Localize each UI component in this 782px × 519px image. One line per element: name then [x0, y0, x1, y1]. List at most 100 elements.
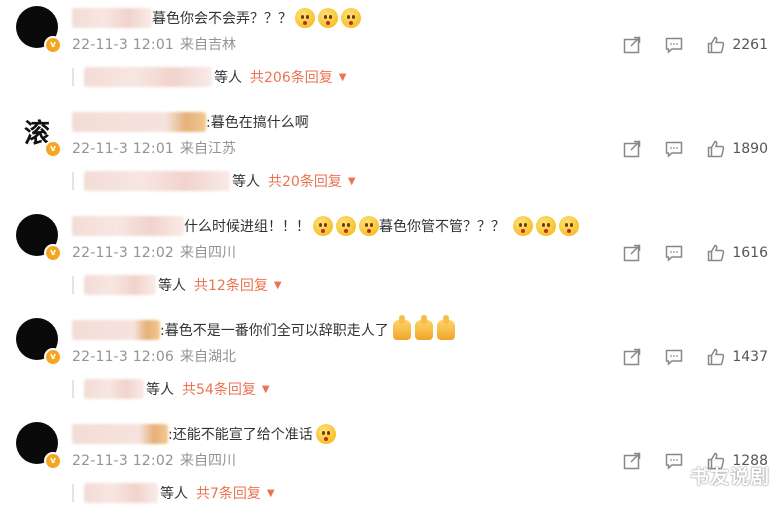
- share-icon[interactable]: [622, 243, 642, 263]
- comment-meta: 22-11-3 12:02 来自四川: [72, 242, 236, 262]
- thumbs-up-icon[interactable]: [706, 35, 726, 55]
- comment-icon[interactable]: [664, 139, 684, 159]
- comment-actions: 1437: [600, 346, 768, 368]
- reply-divider: [72, 68, 74, 86]
- blurred-username[interactable]: [84, 171, 230, 191]
- blurred-username[interactable]: [84, 275, 156, 295]
- comment-date: 22-11-3 12:02: [72, 245, 175, 261]
- blurred-username[interactable]: [72, 8, 152, 28]
- comment-icon[interactable]: [664, 451, 684, 471]
- comment-location: 来自四川: [180, 453, 237, 469]
- comment-meta: 22-11-3 12:06 来自湖北: [72, 346, 236, 366]
- surprised-emoji-icon: [341, 8, 361, 28]
- like-count: 1616: [732, 245, 768, 261]
- comment-location: 来自湖北: [180, 349, 237, 365]
- reply-divider: [72, 380, 74, 398]
- surprised-emoji-icon: [318, 8, 338, 28]
- blurred-username[interactable]: [72, 424, 168, 444]
- comment-text: :暮色在搞什么啊: [206, 115, 309, 131]
- verified-badge-icon: v: [44, 140, 62, 158]
- comment-location: 来自四川: [180, 245, 237, 261]
- blurred-username[interactable]: [72, 112, 206, 132]
- thumbs-up-icon[interactable]: [706, 139, 726, 159]
- comment-date: 22-11-3 12:02: [72, 453, 175, 469]
- reply-people: 等人: [160, 486, 188, 502]
- surprised-emoji-icon: [536, 216, 556, 236]
- like-count: 1437: [732, 349, 768, 365]
- comment-content: 什么时候进组！！！ 暮色你管不管？？？: [72, 214, 579, 238]
- comment-text: :还能不能宣了给个准话: [168, 427, 313, 443]
- comment-location: 来自吉林: [180, 37, 237, 53]
- shy-emoji-icon: [315, 424, 336, 444]
- blurred-username[interactable]: [72, 216, 184, 236]
- watermark: 书友说剧: [689, 466, 770, 488]
- comment-meta: 22-11-3 12:01 来自吉林: [72, 34, 236, 54]
- reply-total-link[interactable]: 共206条回复: [250, 67, 333, 87]
- caret-down-icon[interactable]: ▼: [348, 176, 356, 187]
- verified-badge-icon: v: [44, 452, 62, 470]
- surprised-emoji-icon: [313, 216, 333, 236]
- reply-people: 等人: [158, 278, 186, 294]
- caret-down-icon[interactable]: ▼: [262, 384, 270, 395]
- comment-item: 滚 v :暮色在搞什么啊 22-11-3 12:01 来自江苏 1890 等人 共…: [0, 104, 782, 207]
- comment-actions: 1890: [600, 138, 768, 160]
- comment-actions: 2261: [600, 34, 768, 56]
- comment-text: 暮色你会不会弄？？？: [152, 11, 292, 27]
- thumbs-up-icon[interactable]: [706, 243, 726, 263]
- reply-people: 等人: [146, 382, 174, 398]
- comment-text: :暮色不是一番你们全可以辞职走人了: [160, 323, 389, 339]
- reply-people: 等人: [232, 174, 260, 190]
- thumbs-up-icon[interactable]: [706, 347, 726, 367]
- comment-item: v :还能不能宣了给个准话 22-11-3 12:02 来自四川 1288 等人 …: [0, 416, 782, 519]
- surprised-emoji-icon: [559, 216, 579, 236]
- comment-date: 22-11-3 12:01: [72, 37, 175, 53]
- comment-content: 暮色你会不会弄？？？: [72, 6, 361, 30]
- reply-summary[interactable]: 等人 共206条回复 ▼: [84, 66, 346, 88]
- comment-location: 来自江苏: [180, 141, 237, 157]
- comment-actions: 1616: [600, 242, 768, 264]
- reply-summary[interactable]: 等人 共7条回复 ▼: [84, 482, 275, 504]
- reply-total-link[interactable]: 共20条回复: [268, 171, 342, 191]
- comment-content: :暮色在搞什么啊: [72, 110, 309, 134]
- caret-down-icon[interactable]: ▼: [274, 280, 282, 291]
- surprised-emoji-icon: [336, 216, 356, 236]
- thumbs-up-emoji-icon: [414, 315, 433, 340]
- reply-total-link[interactable]: 共7条回复: [196, 483, 261, 503]
- caret-down-icon[interactable]: ▼: [339, 72, 347, 83]
- comment-icon[interactable]: [664, 35, 684, 55]
- reply-people: 等人: [214, 70, 242, 86]
- share-icon[interactable]: [622, 139, 642, 159]
- blurred-username[interactable]: [84, 483, 158, 503]
- reply-total-link[interactable]: 共12条回复: [194, 275, 268, 295]
- share-icon[interactable]: [622, 451, 642, 471]
- comment-date: 22-11-3 12:06: [72, 349, 175, 365]
- thumbs-up-emoji-icon: [392, 315, 411, 340]
- share-icon[interactable]: [622, 35, 642, 55]
- comment-content: :还能不能宣了给个准话: [72, 422, 336, 446]
- comment-text: 暮色你管不管？？？: [379, 219, 505, 235]
- comment-date: 22-11-3 12:01: [72, 141, 175, 157]
- comment-content: :暮色不是一番你们全可以辞职走人了: [72, 315, 455, 342]
- reply-summary[interactable]: 等人 共20条回复 ▼: [84, 170, 356, 192]
- comment-text: 什么时候进组！！！: [184, 219, 310, 235]
- comment-meta: 22-11-3 12:01 来自江苏: [72, 138, 236, 158]
- verified-badge-icon: v: [44, 36, 62, 54]
- reply-divider: [72, 172, 74, 190]
- blurred-username[interactable]: [84, 379, 144, 399]
- verified-badge-icon: v: [44, 348, 62, 366]
- comment-icon[interactable]: [664, 347, 684, 367]
- share-icon[interactable]: [622, 347, 642, 367]
- caret-down-icon[interactable]: ▼: [267, 488, 275, 499]
- reply-summary[interactable]: 等人 共12条回复 ▼: [84, 274, 282, 296]
- reply-total-link[interactable]: 共54条回复: [182, 379, 256, 399]
- blurred-username[interactable]: [72, 320, 160, 340]
- blurred-username[interactable]: [84, 67, 212, 87]
- comment-icon[interactable]: [664, 243, 684, 263]
- comment-item: v :暮色不是一番你们全可以辞职走人了 22-11-3 12:06 来自湖北 14…: [0, 312, 782, 415]
- reply-summary[interactable]: 等人 共54条回复 ▼: [84, 378, 270, 400]
- verified-badge-icon: v: [44, 244, 62, 262]
- like-count: 1890: [732, 141, 768, 157]
- reply-divider: [72, 276, 74, 294]
- reply-divider: [72, 484, 74, 502]
- comment-item: v 什么时候进组！！！ 暮色你管不管？？？ 22-11-3 12:02 来自四川 …: [0, 208, 782, 311]
